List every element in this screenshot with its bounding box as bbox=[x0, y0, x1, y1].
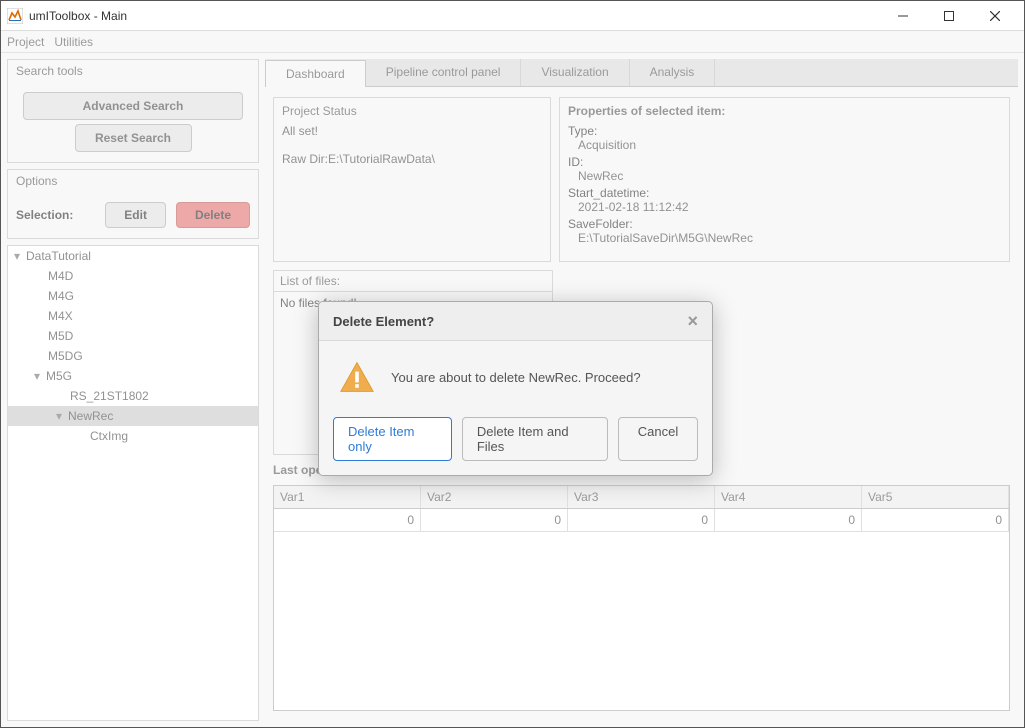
prop-id-key: ID: bbox=[568, 155, 1001, 169]
td: 0 bbox=[862, 509, 1009, 531]
files-title: List of files: bbox=[274, 271, 552, 291]
th: Var1 bbox=[274, 486, 421, 508]
prop-start-val: 2021-02-18 11:12:42 bbox=[578, 200, 1001, 214]
tree-item-newrec[interactable]: ▾NewRec bbox=[8, 406, 258, 426]
tree-root[interactable]: ▾DataTutorial bbox=[8, 246, 258, 266]
th: Var5 bbox=[862, 486, 1009, 508]
th: Var3 bbox=[568, 486, 715, 508]
tab-analysis[interactable]: Analysis bbox=[630, 59, 716, 86]
delete-item-only-button[interactable]: Delete Item only bbox=[333, 417, 452, 461]
delete-button[interactable]: Delete bbox=[176, 202, 250, 228]
titlebar: umIToolbox - Main bbox=[1, 1, 1024, 31]
th: Var2 bbox=[421, 486, 568, 508]
td: 0 bbox=[568, 509, 715, 531]
prop-save-val: E:\TutorialSaveDir\M5G\NewRec bbox=[578, 231, 1001, 245]
tree-item[interactable]: RS_21ST1802 bbox=[8, 386, 258, 406]
project-status-title: Project Status bbox=[282, 104, 542, 118]
tree-root-label: DataTutorial bbox=[26, 249, 91, 263]
tab-visualization[interactable]: Visualization bbox=[521, 59, 629, 86]
th: Var4 bbox=[715, 486, 862, 508]
prop-type-key: Type: bbox=[568, 124, 1001, 138]
options-panel-title: Options bbox=[8, 170, 258, 192]
delete-dialog: Delete Element? × You are about to delet… bbox=[318, 301, 713, 476]
dialog-title: Delete Element? bbox=[333, 314, 434, 329]
reset-search-button[interactable]: Reset Search bbox=[75, 124, 192, 152]
tab-dashboard[interactable]: Dashboard bbox=[265, 60, 366, 87]
warning-icon bbox=[339, 359, 375, 395]
window-controls bbox=[880, 2, 1018, 30]
app-icon bbox=[7, 8, 23, 24]
project-status-panel: Project Status All set! Raw Dir:E:\Tutor… bbox=[273, 97, 551, 262]
project-tree[interactable]: ▾DataTutorial M4D M4G M4X M5D M5DG ▾M5G … bbox=[7, 245, 259, 721]
edit-button[interactable]: Edit bbox=[105, 202, 166, 228]
td: 0 bbox=[421, 509, 568, 531]
tree-item[interactable]: M5D bbox=[8, 326, 258, 346]
left-column: Search tools Advanced Search Reset Searc… bbox=[7, 59, 259, 721]
close-button[interactable] bbox=[972, 2, 1018, 30]
tree-item[interactable]: M4G bbox=[8, 286, 258, 306]
prop-save-key: SaveFolder: bbox=[568, 217, 1001, 231]
prop-type-val: Acquisition bbox=[578, 138, 1001, 152]
tree-item-m5g[interactable]: ▾M5G bbox=[8, 366, 258, 386]
tree-item[interactable]: M5DG bbox=[8, 346, 258, 366]
menubar: Project Utilities bbox=[1, 31, 1024, 53]
tree-item[interactable]: M4D bbox=[8, 266, 258, 286]
tree-item[interactable]: M4X bbox=[8, 306, 258, 326]
tree-item-label: M5G bbox=[46, 369, 72, 383]
tree-item-label: NewRec bbox=[68, 409, 113, 423]
properties-title: Properties of selected item: bbox=[568, 104, 1001, 118]
menu-utilities[interactable]: Utilities bbox=[54, 35, 93, 49]
maximize-button[interactable] bbox=[926, 2, 972, 30]
prop-id-val: NewRec bbox=[578, 169, 1001, 183]
td: 0 bbox=[274, 509, 421, 531]
search-panel-title: Search tools bbox=[8, 60, 258, 82]
cancel-button[interactable]: Cancel bbox=[618, 417, 698, 461]
options-panel: Options Selection: Edit Delete bbox=[7, 169, 259, 239]
tab-pipeline[interactable]: Pipeline control panel bbox=[366, 59, 522, 86]
delete-item-and-files-button[interactable]: Delete Item and Files bbox=[462, 417, 608, 461]
prop-start-key: Start_datetime: bbox=[568, 186, 1001, 200]
table-row: 0 0 0 0 0 bbox=[274, 509, 1009, 532]
app-window: umIToolbox - Main Project Utilities Sear… bbox=[0, 0, 1025, 728]
search-panel: Search tools Advanced Search Reset Searc… bbox=[7, 59, 259, 163]
tree-item[interactable]: CtxImg bbox=[8, 426, 258, 446]
selection-label: Selection: bbox=[16, 208, 95, 222]
table-header: Var1 Var2 Var3 Var4 Var5 bbox=[274, 486, 1009, 509]
properties-panel: Properties of selected item: Type: Acqui… bbox=[559, 97, 1010, 262]
window-title: umIToolbox - Main bbox=[29, 9, 880, 23]
project-status-line1: All set! bbox=[282, 124, 542, 138]
advanced-search-button[interactable]: Advanced Search bbox=[23, 92, 243, 120]
project-status-line2: Raw Dir:E:\TutorialRawData\ bbox=[282, 152, 542, 166]
menu-project[interactable]: Project bbox=[7, 35, 44, 49]
minimize-button[interactable] bbox=[880, 2, 926, 30]
dialog-close-icon[interactable]: × bbox=[687, 312, 698, 330]
dialog-message: You are about to delete NewRec. Proceed? bbox=[391, 370, 641, 385]
lastops-table: Var1 Var2 Var3 Var4 Var5 0 0 0 0 0 bbox=[273, 485, 1010, 711]
tab-bar: Dashboard Pipeline control panel Visuali… bbox=[265, 59, 1018, 87]
td: 0 bbox=[715, 509, 862, 531]
